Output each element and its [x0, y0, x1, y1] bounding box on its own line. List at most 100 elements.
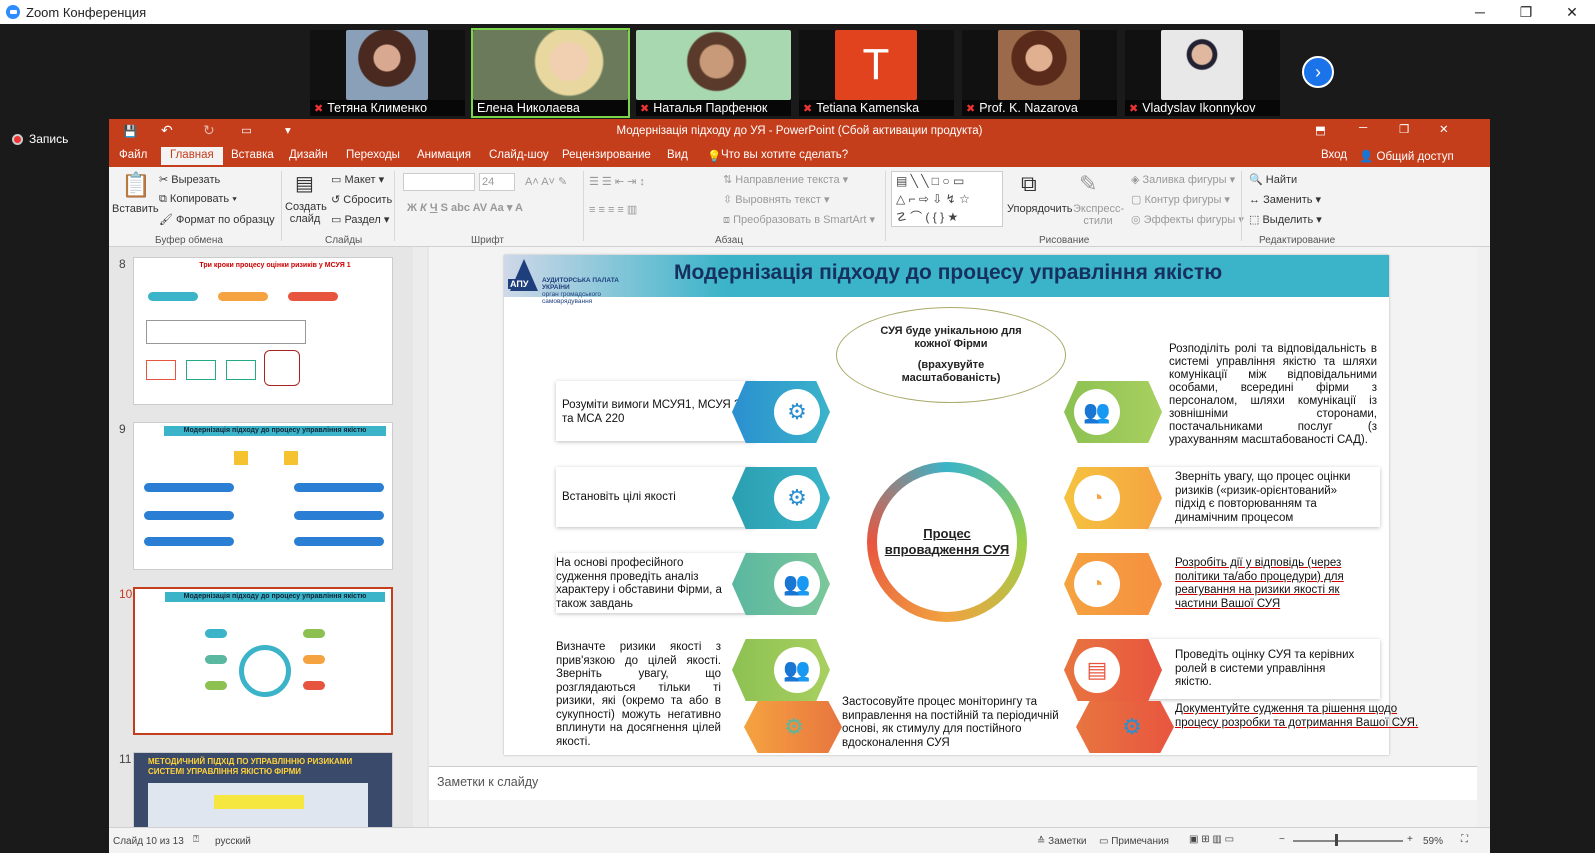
hex-bottom: ⚙: [744, 701, 842, 753]
thumb-shape: [303, 629, 325, 638]
list-buttons[interactable]: ☰ ☰ ⇤ ⇥ ↕: [589, 175, 645, 188]
zoom-slider-thumb[interactable]: [1335, 834, 1338, 846]
ribbon-display-icon[interactable]: ⬒: [1315, 123, 1326, 137]
font-name-input[interactable]: [403, 173, 475, 191]
participant-tile[interactable]: T ✖ Tetiana Kamenska: [799, 30, 954, 116]
mic-muted-icon: ✖: [1129, 102, 1139, 115]
paste-icon[interactable]: 📋: [121, 171, 151, 200]
comments-toggle[interactable]: ▭ Примечания: [1099, 836, 1169, 847]
shapes-gallery[interactable]: ▤ ╲ ╲ □ ○ ▭ △ ⌐ ⇨ ⇩ ↯ ☆ ☡ ⌒ ( { } ★: [891, 171, 1003, 227]
record-icon: [12, 133, 23, 145]
ppt-minimize-button[interactable]: ─: [1359, 122, 1367, 134]
ppt-maximize-button[interactable]: ❐: [1399, 122, 1409, 136]
arrange-icon[interactable]: ⧉: [1021, 171, 1037, 197]
section-button[interactable]: ▭ Раздел ▾: [331, 213, 389, 226]
copy-icon: ⧉: [159, 193, 170, 205]
align-buttons[interactable]: ≡ ≡ ≡ ≡ ▥: [589, 203, 637, 216]
brush-icon: 🖌: [159, 214, 177, 226]
language-indicator[interactable]: русский: [215, 836, 251, 847]
fit-slide-icon[interactable]: ⛶: [1461, 834, 1468, 845]
participant-tile[interactable]: ✖ Тетяна Клименко: [310, 30, 465, 116]
zoom-level[interactable]: 59%: [1423, 836, 1443, 847]
font-style-buttons[interactable]: Ж К Ч S abc AV Aa ▾ A: [407, 201, 523, 214]
slide-canvas[interactable]: АПУ АУДИТОРСЬКА ПАЛАТА УКРАЇНИ орган гром…: [504, 255, 1418, 755]
cut-label: Вырезать: [171, 174, 221, 186]
minimize-button[interactable]: ─: [1457, 0, 1503, 24]
zoom-in-icon[interactable]: +: [1407, 834, 1413, 845]
thumb-shape: [214, 795, 304, 809]
thumb-shape: [205, 681, 227, 690]
zoom-slider[interactable]: [1293, 840, 1403, 842]
text-direction-button[interactable]: ⇅ Направление текста ▾: [723, 173, 848, 186]
lightbulb-icon: 💡: [707, 151, 722, 163]
tab-view[interactable]: Вид: [667, 149, 688, 161]
signin-link[interactable]: Вход: [1321, 149, 1347, 161]
ppt-close-button[interactable]: ✕: [1439, 122, 1449, 136]
participant-tile[interactable]: ✖ Prof. K. Nazarova: [962, 30, 1117, 116]
tell-me-input[interactable]: Что вы хотите сделать?: [721, 149, 848, 161]
right-text-3: Розробіть дії у відповідь (через політик…: [1175, 557, 1344, 610]
shape-effects-button[interactable]: ◎ Эффекты фигуры ▾: [1131, 213, 1244, 226]
right-text-1: Розподіліть ролі та відповідальність в с…: [1169, 343, 1377, 446]
new-slide-button[interactable]: Создать слайд: [285, 201, 327, 225]
tab-design[interactable]: Дизайн: [289, 149, 328, 161]
right-text-2: Зверніть увагу, що процес оцінки ризиків…: [1175, 471, 1351, 524]
font-size-input[interactable]: 24: [479, 173, 515, 191]
thumb-number: 8: [119, 257, 126, 271]
format-painter-button[interactable]: 🖌 Формат по образцу: [159, 213, 275, 226]
thumbnails-scrollbar[interactable]: [413, 247, 427, 834]
layout-button[interactable]: ▭ Макет ▾: [331, 173, 384, 186]
copy-button[interactable]: ⧉ Копировать ▾: [159, 193, 237, 206]
next-participants-button[interactable]: ›: [1302, 56, 1334, 88]
hex-left-1: ⚙: [732, 381, 830, 443]
notes-toggle[interactable]: ≙ Заметки: [1037, 836, 1086, 847]
paste-button[interactable]: Вставить: [112, 203, 159, 215]
zoom-out-icon[interactable]: −: [1279, 834, 1285, 845]
presentation-icon: ▤: [1074, 647, 1120, 693]
close-button[interactable]: ✕: [1549, 0, 1595, 24]
tab-review[interactable]: Рецензирование: [562, 149, 651, 161]
tab-file[interactable]: Файл: [119, 149, 147, 161]
separator: [281, 171, 282, 241]
hex-right-2: ◔: [1064, 467, 1162, 529]
slide-thumbnail-8[interactable]: Три кроки процесу оцінки ризиків у МСУЯ …: [133, 257, 393, 405]
people-icon: 👥: [774, 647, 820, 693]
slide-thumbnail-10-selected[interactable]: Модернізація підходу до процесу управлін…: [133, 587, 393, 735]
oval-line2: (врахувуйте масштабованість): [901, 359, 1001, 384]
maximize-button[interactable]: ❐: [1503, 0, 1549, 24]
quick-styles-button[interactable]: Экспресс-стили: [1073, 203, 1124, 227]
tab-transitions[interactable]: Переходы: [346, 149, 400, 161]
view-buttons[interactable]: ▣ ⊞ ▥ ▭: [1189, 834, 1234, 845]
ppt-window-title: Модернізація підходу до УЯ - PowerPoint …: [616, 125, 983, 137]
font-grow-icon[interactable]: A˄ A˅ ✎: [525, 175, 567, 188]
shape-outline-button[interactable]: ▢ Контур фигуры ▾: [1131, 193, 1230, 206]
tab-animations[interactable]: Анимация: [417, 149, 471, 161]
slide-thumbnail-11[interactable]: МЕТОДИЧНИЙ ПІДХІД ПО УПРАВЛІННЮ РИЗИКАМИ…: [133, 752, 393, 834]
tab-slideshow[interactable]: Слайд-шоу: [489, 149, 549, 161]
find-button[interactable]: 🔍 Найти: [1249, 173, 1297, 186]
smartart-button[interactable]: ⧈ Преобразовать в SmartArt ▾: [723, 213, 875, 227]
quick-styles-icon[interactable]: ✎: [1079, 171, 1097, 197]
tab-insert[interactable]: Вставка: [231, 149, 274, 161]
share-button[interactable]: 👤 Общий доступ: [1359, 149, 1454, 163]
text-direction-label: Направление текста: [735, 174, 840, 186]
notes-pane[interactable]: Заметки к слайду: [429, 766, 1477, 800]
select-label: Выделить: [1262, 214, 1314, 226]
participant-tile-active[interactable]: Елена Николаева: [471, 28, 630, 118]
reset-button[interactable]: ↺ Сбросить: [331, 193, 392, 206]
new-slide-icon[interactable]: ▤: [295, 171, 314, 196]
right-text-5: Документуйте судження та рішення щодо пр…: [1175, 703, 1419, 729]
record-indicator[interactable]: Запись: [12, 132, 68, 146]
arrange-button[interactable]: Упорядочить: [1007, 203, 1072, 215]
participant-tile[interactable]: ✖ Наталья Парфенюк: [636, 30, 791, 116]
cut-button[interactable]: ✂ Вырезать: [159, 173, 220, 186]
shape-fill-button[interactable]: ◈ Заливка фигуры ▾: [1131, 173, 1235, 186]
align-text-button[interactable]: ⇳ Выровнять текст ▾: [723, 193, 830, 206]
select-button[interactable]: ⬚ Выделить ▾: [1249, 213, 1322, 226]
replace-button[interactable]: ↔ Заменить ▾: [1249, 193, 1321, 206]
participant-tile[interactable]: ✖ Vladyslav Ikonnykov: [1125, 30, 1280, 116]
slide-scrollbar[interactable]: [1477, 247, 1490, 827]
spellcheck-icon[interactable]: ⍰: [193, 834, 199, 845]
tab-home[interactable]: Главная: [161, 147, 223, 165]
slide-thumbnail-9[interactable]: Модернізація підходу до процесу управлін…: [133, 422, 393, 570]
